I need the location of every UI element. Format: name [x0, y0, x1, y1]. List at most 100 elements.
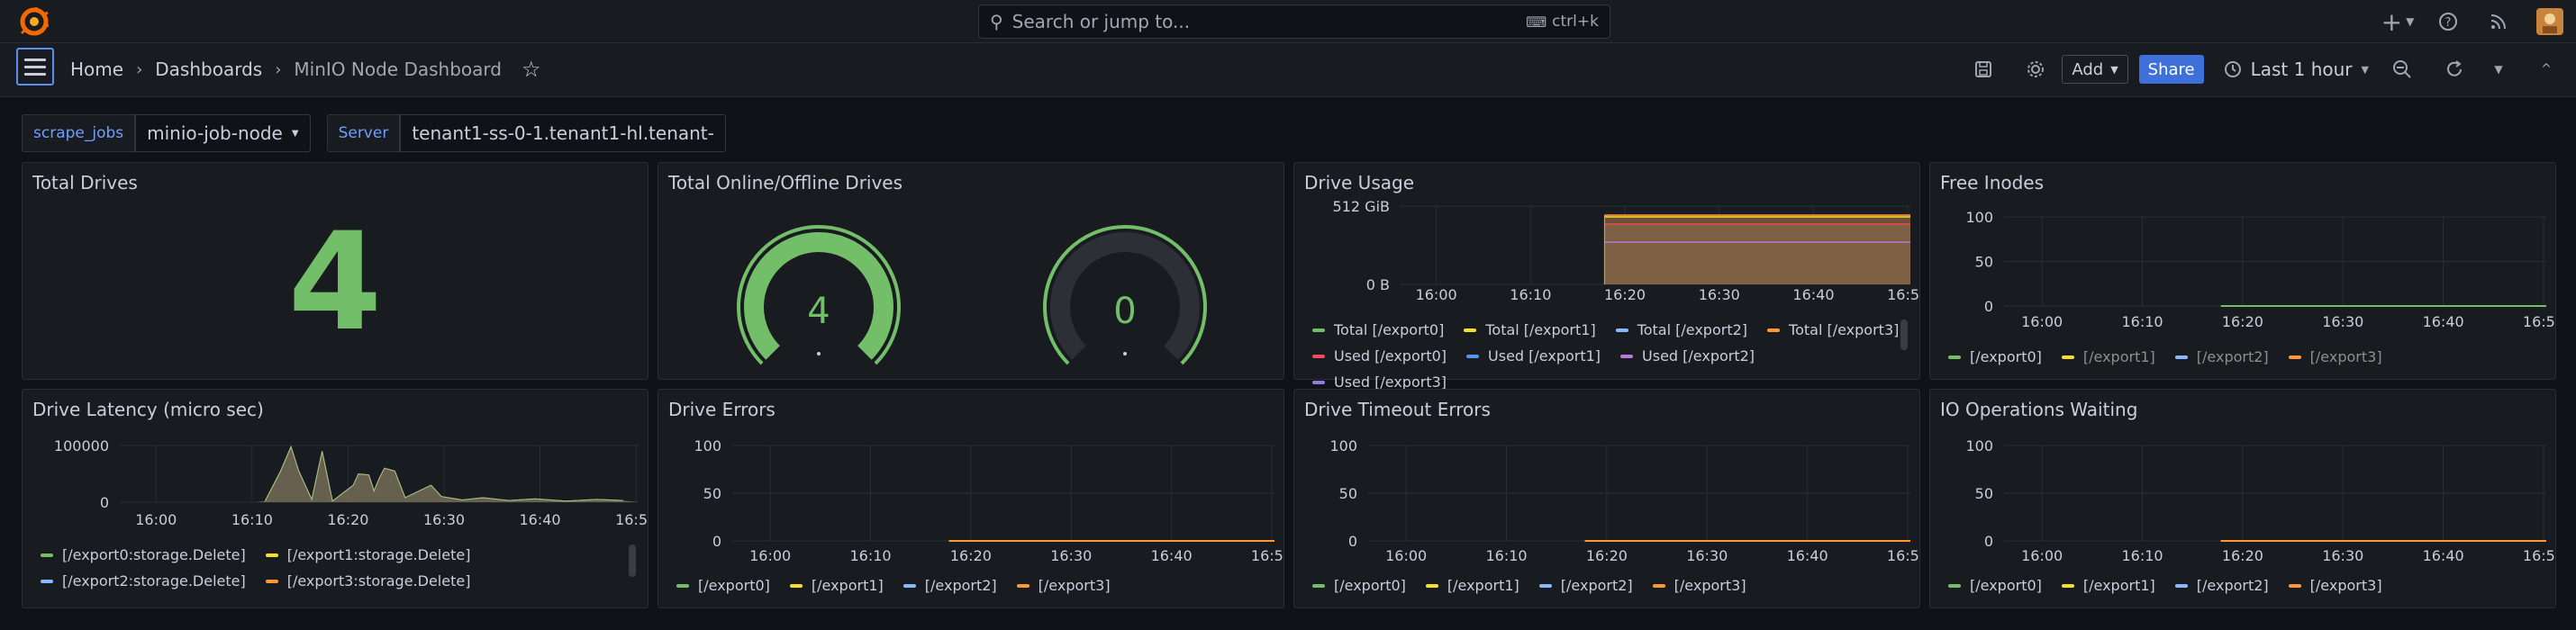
legend-item[interactable]: [/export3]	[2288, 348, 2382, 365]
x-tick-label: 16:30	[1686, 547, 1728, 562]
legend-item[interactable]: Used [/export2]	[1620, 347, 1755, 364]
x-tick-label: 16:00	[749, 547, 791, 562]
legend-item[interactable]: [/export1]	[2061, 577, 2155, 594]
save-icon[interactable]	[1957, 51, 2009, 87]
grafana-logo-icon[interactable]	[20, 7, 49, 36]
x-tick-label: 16:30	[2322, 313, 2363, 328]
x-tick-label: 16:50	[1887, 286, 1919, 303]
news-feed-icon[interactable]	[2473, 4, 2524, 40]
panel-drive-errors[interactable]: Drive Errors 16:00 16:10 16:20 16:30 16:40 16…	[658, 389, 1284, 608]
y-tick-label: 50	[1975, 254, 1993, 271]
legend-swatch	[1466, 354, 1480, 358]
legend-item[interactable]: [/export1]	[789, 577, 884, 594]
legend-label: [/export1]	[811, 577, 884, 594]
panel-io-operations-waiting[interactable]: IO Operations Waiting 16:00 16:10 16:20 16:…	[1929, 389, 2556, 608]
legend-item[interactable]: [/export2]	[903, 577, 997, 594]
legend-item[interactable]: [/export3]	[2288, 577, 2382, 594]
add-label: Add	[2072, 59, 2104, 79]
series-area-used	[1604, 224, 1910, 284]
x-tick-label: 16:10	[231, 511, 273, 528]
add-button[interactable]: Add ▼	[2062, 55, 2128, 84]
legend-item[interactable]: Used [/export0]	[1312, 347, 1447, 364]
y-tick-label: 100000	[54, 437, 109, 454]
legend-item[interactable]: [/export3]	[1652, 577, 1746, 594]
legend-item[interactable]: [/export1]	[2061, 348, 2155, 365]
panel-online-offline-drives[interactable]: Total Online/Offline Drives 40	[658, 162, 1284, 380]
legend-label: [/export1]	[1447, 577, 1519, 594]
chart-legend: [/export0] [/export1] [/export2] [/export3]	[1948, 348, 2543, 365]
legend-swatch	[1652, 583, 1665, 588]
legend-label: [/export2]	[2196, 348, 2269, 365]
legend-swatch	[2061, 583, 2074, 588]
share-button[interactable]: Share	[2138, 55, 2204, 84]
collapse-chevron-up-icon[interactable]: ^	[2517, 51, 2576, 87]
legend-item[interactable]: [/export2]	[2174, 577, 2269, 594]
refresh-interval-chevron-icon[interactable]: ▼	[2481, 51, 2517, 87]
legend-swatch	[1016, 583, 1029, 588]
zoom-out-icon[interactable]	[2376, 51, 2428, 87]
help-icon[interactable]: ?	[2423, 4, 2473, 40]
x-tick-label: 16:50	[1251, 547, 1283, 562]
legend-swatch	[265, 553, 278, 557]
legend-swatch	[1312, 380, 1325, 384]
legend-item[interactable]: [/export0]	[1312, 577, 1406, 594]
legend-scrollbar[interactable]	[1900, 320, 1908, 350]
x-tick-label: 16:00	[135, 511, 177, 528]
panel-drive-usage[interactable]: Drive Usage 16:00 16:10 16:20 16:30 16:40 16:…	[1293, 162, 1920, 391]
legend-item[interactable]: Total [/export3]	[1767, 321, 1899, 338]
legend-item[interactable]: Used [/export1]	[1466, 347, 1601, 364]
legend-item[interactable]: Total [/export0]	[1312, 321, 1444, 338]
breadcrumb-home[interactable]: Home	[70, 58, 123, 80]
x-tick-label: 16:00	[2021, 547, 2063, 562]
drive-usage-chart: 16:00 16:10 16:20 16:30 16:40 16:50 512 GiB 0 B	[1333, 201, 1919, 303]
breadcrumb-dashboards[interactable]: Dashboards	[155, 58, 262, 80]
panel-drive-timeout-errors[interactable]: Drive Timeout Errors 16:00 16:10 16:20 16:3…	[1293, 389, 1920, 608]
legend-item[interactable]: [/export0]	[1948, 577, 2042, 594]
panel-free-inodes[interactable]: Free Inodes 16:00 16:10 16:20 16:30 16:40 16:…	[1929, 162, 2556, 380]
legend-item[interactable]: [/export0]	[676, 577, 770, 594]
legend-item[interactable]: [/export2:storage.Delete]	[41, 572, 246, 590]
legend-item[interactable]: [/export3]	[1016, 577, 1111, 594]
settings-gear-icon[interactable]	[2009, 51, 2062, 87]
variable-select-scrape-jobs[interactable]: minio-job-node ▼	[135, 114, 311, 152]
panel-drive-latency[interactable]: Drive Latency (micro sec) 16:00 16:10 16:2…	[22, 389, 649, 608]
x-tick-label: 16:20	[327, 511, 368, 528]
refresh-icon[interactable]	[2428, 51, 2481, 87]
legend-item[interactable]: [/export3:storage.Delete]	[265, 572, 470, 590]
legend-scrollbar[interactable]	[629, 544, 636, 577]
variable-label-scrape-jobs: scrape_jobs	[22, 114, 136, 152]
star-icon[interactable]: ☆	[522, 57, 541, 82]
legend-item[interactable]: Total [/export2]	[1615, 321, 1748, 338]
x-tick-label: 16:50	[2523, 313, 2555, 328]
legend-label: Total [/export2]	[1637, 321, 1748, 338]
time-range-picker[interactable]: Last 1 hour ▼	[2224, 58, 2369, 80]
menu-toggle-button[interactable]	[16, 48, 54, 86]
search-input[interactable]: ⚲ Search or jump to... ⌨ ctrl+k	[978, 4, 1610, 39]
legend-label: [/export0]	[1970, 348, 2042, 365]
y-tick-label: 50	[1975, 485, 1993, 502]
legend-swatch	[2288, 355, 2301, 359]
y-tick-label: 512 GiB	[1333, 201, 1390, 215]
legend-swatch	[1767, 328, 1781, 332]
legend-label: [/export1]	[2082, 348, 2155, 365]
legend-swatch	[1464, 328, 1477, 332]
legend-item[interactable]: [/export2]	[1538, 577, 1633, 594]
legend-item[interactable]: [/export0]	[1948, 348, 2042, 365]
x-tick-label: 16:40	[2423, 547, 2464, 562]
legend-swatch	[41, 553, 53, 557]
svg-text:?: ?	[2445, 16, 2452, 30]
search-icon: ⚲	[990, 11, 1003, 32]
y-tick-label: 0	[712, 533, 721, 550]
user-avatar[interactable]	[2524, 4, 2576, 40]
legend-item[interactable]: Total [/export1]	[1464, 321, 1596, 338]
new-menu-button[interactable]: + ▼	[2372, 4, 2423, 40]
legend-label: [/export3]	[2309, 348, 2382, 365]
legend-item[interactable]: [/export1]	[1425, 577, 1519, 594]
legend-item[interactable]: [/export0:storage.Delete]	[41, 546, 246, 563]
variable-select-server[interactable]: tenant1-ss-0-1.tenant1-hl.tenant-	[400, 114, 726, 152]
legend-item[interactable]: [/export1:storage.Delete]	[265, 546, 470, 563]
gauges: 40	[737, 225, 1207, 365]
panel-total-drives[interactable]: Total Drives 4	[22, 162, 649, 380]
keyboard-icon: ⌨	[1526, 13, 1547, 31]
legend-item[interactable]: [/export2]	[2174, 348, 2269, 365]
